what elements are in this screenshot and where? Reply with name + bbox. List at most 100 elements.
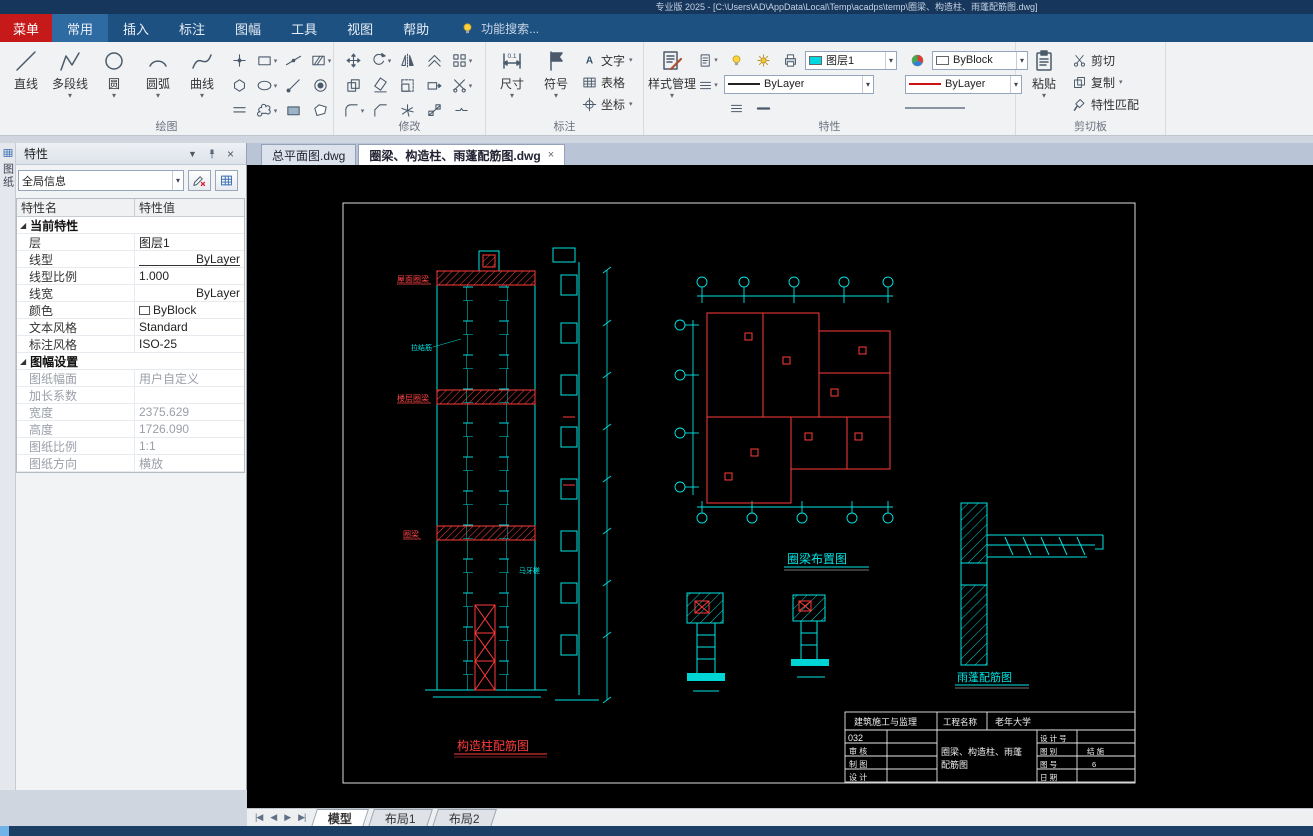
- property-row[interactable]: 宽度 2375.629: [17, 404, 244, 421]
- array-tool-icon: [451, 52, 468, 69]
- menu-tab[interactable]: 帮助: [388, 14, 444, 42]
- feature-search[interactable]: 功能搜索...: [460, 14, 539, 42]
- text-button[interactable]: A 文字 ▾: [578, 49, 637, 71]
- table-button[interactable]: 表格: [578, 71, 637, 93]
- property-row[interactable]: 层图层1: [17, 234, 244, 251]
- linetype-scale-button[interactable]: [751, 98, 775, 118]
- close-tab-icon[interactable]: ×: [548, 149, 554, 161]
- linetype-combo[interactable]: ByLayer ▾: [724, 74, 875, 94]
- rotate-tool-button[interactable]: ▾: [367, 48, 394, 73]
- style-manager-button[interactable]: 样式管理 ▾: [648, 44, 696, 120]
- next-layout-button[interactable]: ▶: [280, 812, 294, 823]
- polyline-tool-icon: [58, 49, 82, 73]
- property-row[interactable]: 图纸比例 1:1: [17, 438, 244, 455]
- paste-button[interactable]: 粘贴 ▾: [1020, 44, 1068, 120]
- menu-tab[interactable]: 视图: [332, 14, 388, 42]
- copy-tool-button[interactable]: [340, 73, 367, 98]
- layer-freeze-button[interactable]: [751, 50, 775, 70]
- palette-side-tab[interactable]: 图纸: [0, 143, 16, 790]
- rectangle-tool-button[interactable]: ▾: [253, 48, 280, 73]
- rotate-tool-icon: [370, 52, 387, 69]
- match-properties-button[interactable]: 特性匹配: [1068, 93, 1143, 115]
- property-row[interactable]: 加长系数: [17, 387, 244, 404]
- list-view-button[interactable]: ▾: [696, 75, 720, 95]
- column-detail-title: 构造柱配筋图: [457, 738, 529, 753]
- property-row[interactable]: 高度 1726.090: [17, 421, 244, 438]
- layout-tab[interactable]: 模型: [311, 808, 370, 827]
- menu-tab[interactable]: 常用: [52, 14, 109, 42]
- arc-tool-button[interactable]: 圆弧 ▾: [136, 44, 180, 120]
- donut-tool-button[interactable]: [307, 73, 334, 98]
- sheet-set-button[interactable]: ▾: [696, 50, 720, 70]
- layout-tab[interactable]: 布局2: [432, 808, 497, 827]
- pin-icon[interactable]: [205, 147, 218, 160]
- last-layout-button[interactable]: ▶|: [294, 812, 309, 823]
- stretch-tool-button[interactable]: [421, 73, 448, 98]
- color-picker-button[interactable]: [905, 50, 929, 70]
- table-view-button[interactable]: [215, 170, 238, 191]
- drawing-canvas[interactable]: 屋面圈梁 楼层圈梁 圈梁 拉结筋 马牙槎 构造柱配筋图 圈梁布置图 雨蓬配筋图 …: [247, 165, 1313, 808]
- menu-tab[interactable]: 标注: [164, 14, 220, 42]
- copy-button[interactable]: 复制 ▾: [1068, 71, 1143, 93]
- ray-tool-button[interactable]: [280, 73, 307, 98]
- dimension-button[interactable]: 0.1 尺寸 ▾: [490, 44, 534, 120]
- property-row[interactable]: 标注风格 ISO-25: [17, 336, 244, 353]
- layer-on-off-button[interactable]: [724, 50, 748, 70]
- combo-caret-icon[interactable]: ▾: [862, 75, 870, 93]
- group-label-draw: 绘图: [155, 121, 178, 133]
- polygon-tool-button[interactable]: [226, 73, 253, 98]
- layer-plot-button[interactable]: [778, 50, 802, 70]
- layout-tab[interactable]: 布局1: [368, 808, 434, 827]
- properties-table: 特性名 特性值 ◢ 当前特性层图层1 线型 ByLayer 线型比例 1.000 线宽 ByL…: [16, 198, 245, 473]
- property-row[interactable]: 图纸幅面 用户自定义: [17, 370, 244, 387]
- panel-menu-icon[interactable]: ▼: [185, 146, 200, 161]
- document-tab[interactable]: 圈梁、构造柱、雨蓬配筋图.dwg ×: [358, 144, 566, 165]
- lineweight-combo[interactable]: ByLayer ▾: [905, 74, 1023, 94]
- property-row[interactable]: 图纸方向 横放: [17, 455, 244, 472]
- cut-button[interactable]: 剪切: [1068, 49, 1143, 71]
- construction-line-tool-button[interactable]: [280, 48, 307, 73]
- property-row[interactable]: 线型比例 1.000: [17, 268, 244, 285]
- scale-tool-button[interactable]: [394, 73, 421, 98]
- lineweight-button[interactable]: [724, 98, 748, 118]
- line-tool-button[interactable]: 直线: [4, 44, 48, 120]
- property-row[interactable]: 颜色 ByBlock: [17, 302, 244, 319]
- mirror-tool-button[interactable]: [394, 48, 421, 73]
- layer-combo[interactable]: 图层1 ▾: [805, 50, 898, 70]
- move-tool-button[interactable]: [340, 48, 367, 73]
- array-tool-button[interactable]: ▾: [448, 48, 475, 73]
- point-tool-button[interactable]: [226, 48, 253, 73]
- polyline-tool-button[interactable]: 多段线 ▾: [48, 44, 92, 120]
- drawing-svg[interactable]: 屋面圈梁 楼层圈梁 圈梁 拉结筋 马牙槎 构造柱配筋图 圈梁布置图 雨蓬配筋图 …: [247, 165, 1313, 808]
- property-row[interactable]: 线宽 ByLayer: [17, 285, 244, 302]
- ellipse-tool-button[interactable]: ▾: [253, 73, 280, 98]
- edit-properties-button[interactable]: [188, 170, 211, 191]
- style-manager-icon: [660, 49, 684, 73]
- property-row[interactable]: 线型 ByLayer: [17, 251, 244, 268]
- prev-layout-button[interactable]: ◀: [266, 812, 280, 823]
- property-group-row[interactable]: ◢ 当前特性: [17, 217, 244, 234]
- menu-tab[interactable]: 插入: [108, 14, 164, 42]
- color-combo[interactable]: ByBlock ▾: [932, 50, 1029, 70]
- trim-tool-button[interactable]: ▾: [448, 73, 475, 98]
- layout-bar: |◀ ◀ ▶ ▶| 模型 布局1 布局2: [247, 808, 1313, 827]
- erase-tool-button[interactable]: [367, 73, 394, 98]
- circle-tool-button[interactable]: 圆 ▾: [92, 44, 136, 120]
- property-group-row[interactable]: ◢ 图幅设置: [17, 353, 244, 370]
- spline-tool-button[interactable]: 曲线 ▾: [180, 44, 224, 120]
- revision-cloud-tool-icon: [256, 102, 273, 119]
- close-icon[interactable]: ×: [223, 146, 238, 161]
- offset-tool-button[interactable]: [421, 48, 448, 73]
- coordinate-button[interactable]: 坐标 ▾: [578, 93, 637, 115]
- combo-caret-icon[interactable]: ▾: [885, 51, 893, 69]
- menu-tab[interactable]: 图幅: [220, 14, 276, 42]
- menu-tab[interactable]: 工具: [276, 14, 332, 42]
- application-menu-button[interactable]: 菜单: [0, 14, 52, 42]
- scope-combo[interactable]: 全局信息 ▾: [18, 170, 184, 191]
- symbol-button[interactable]: 符号 ▾: [534, 44, 578, 120]
- property-row[interactable]: 文本风格 Standard: [17, 319, 244, 336]
- document-tab[interactable]: 总平面图.dwg: [261, 144, 357, 165]
- combo-caret-icon[interactable]: ▾: [171, 171, 180, 190]
- hatch-tool-button[interactable]: ▾: [307, 48, 334, 73]
- first-layout-button[interactable]: |◀: [251, 812, 266, 823]
